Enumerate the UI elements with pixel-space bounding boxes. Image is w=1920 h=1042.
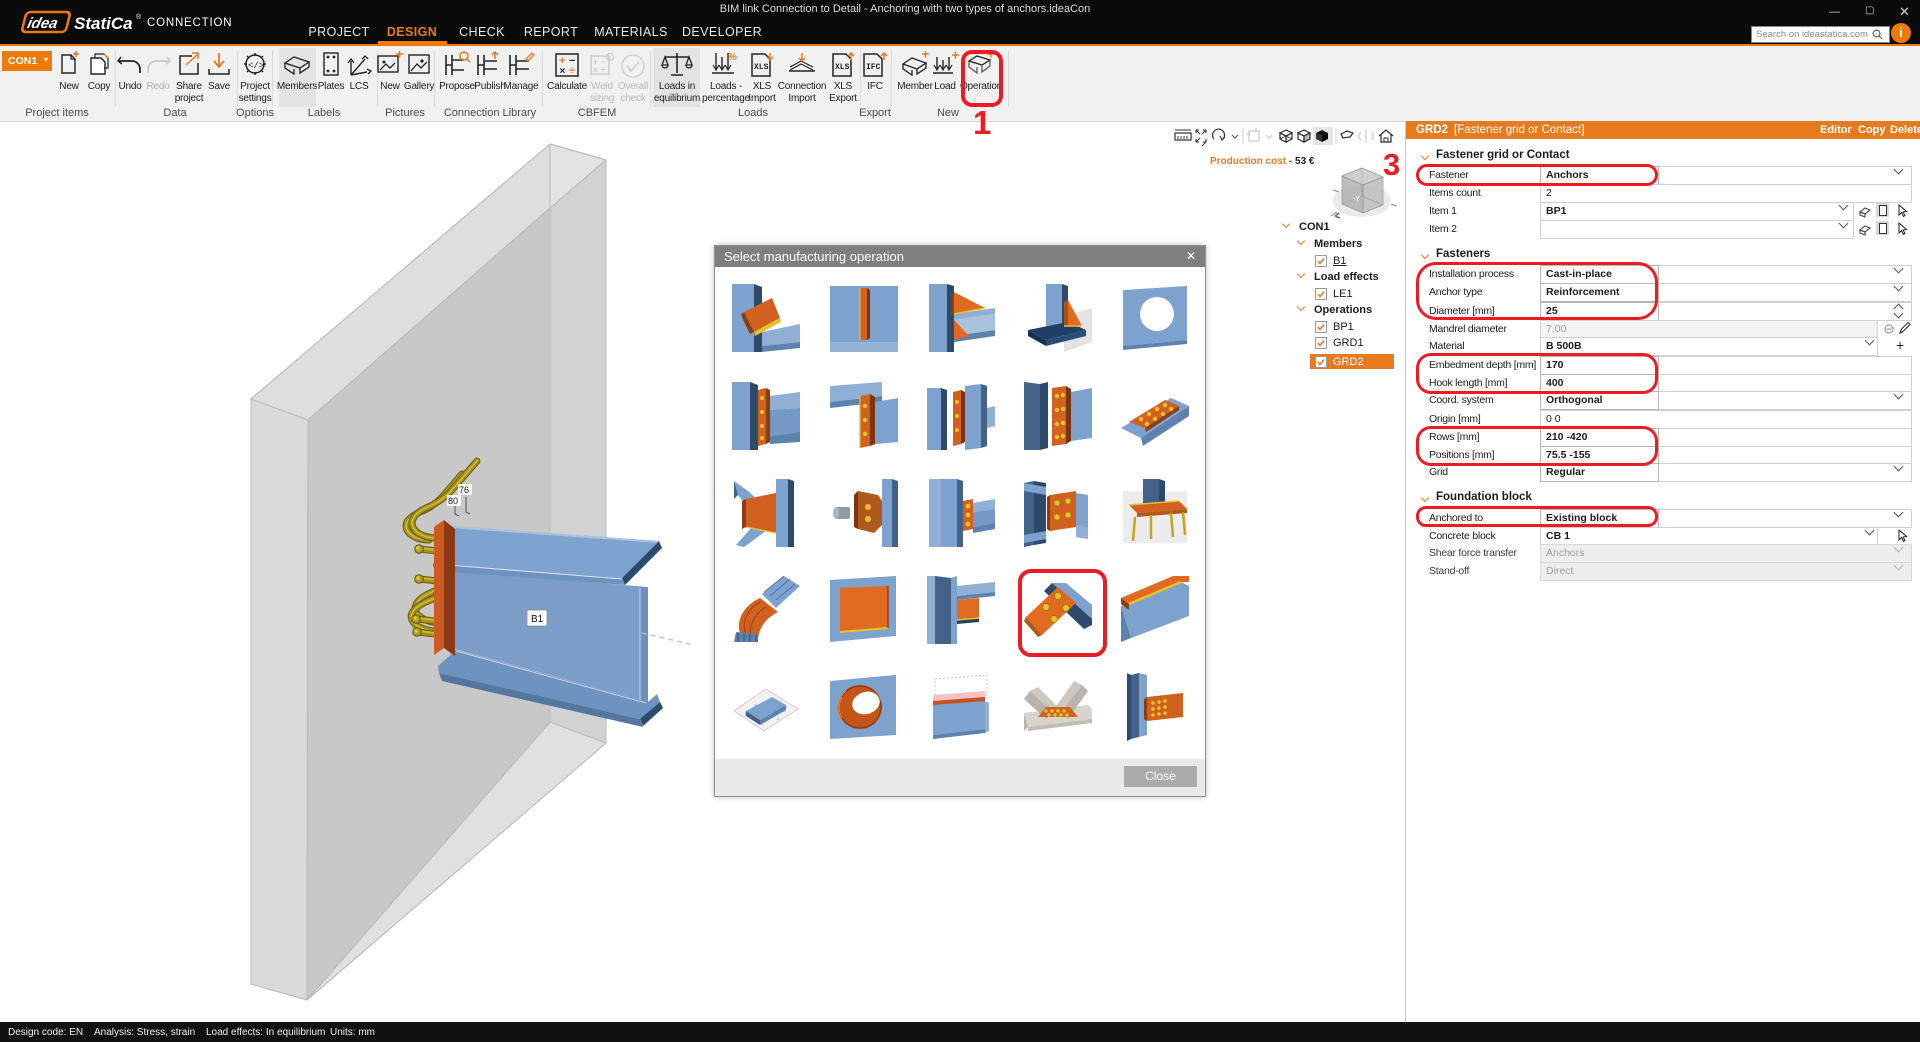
svg-text:%: % <box>728 52 737 63</box>
svg-text:IFC: IFC <box>866 63 881 72</box>
svg-text:80: 80 <box>448 496 458 506</box>
svg-text:XLS: XLS <box>835 63 850 72</box>
svg-text:›Y: ›Y <box>1353 196 1360 203</box>
svg-text:XLS: XLS <box>754 63 769 72</box>
svg-text:StatiCa: StatiCa <box>74 14 133 33</box>
svg-text:idea: idea <box>26 15 61 32</box>
svg-text:76: 76 <box>459 485 469 495</box>
svg-text:÷: ÷ <box>569 65 575 77</box>
svg-text:®: ® <box>136 13 142 21</box>
svg-text:B1: B1 <box>531 614 544 625</box>
svg-text:</>: </> <box>248 61 264 71</box>
svg-text:× ÷: × ÷ <box>593 65 606 75</box>
svg-text:×: × <box>560 66 566 77</box>
